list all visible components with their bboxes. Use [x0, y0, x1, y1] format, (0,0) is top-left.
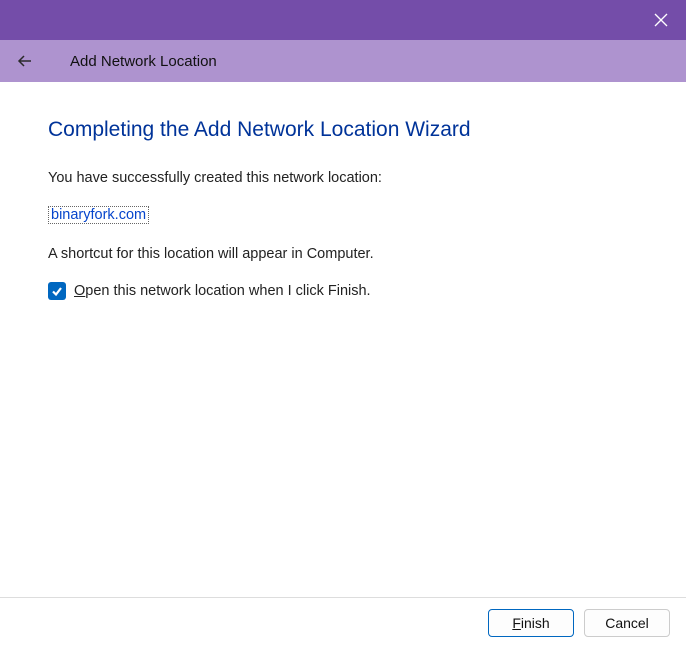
wizard-footer: Finish Cancel [0, 597, 686, 647]
wizard-header: Add Network Location [0, 40, 686, 82]
shortcut-text: A shortcut for this location will appear… [48, 246, 638, 262]
page-title: Completing the Add Network Location Wiza… [48, 118, 638, 142]
close-icon[interactable] [654, 13, 668, 27]
checkmark-icon [51, 285, 63, 297]
success-text: You have successfully created this netwo… [48, 170, 638, 186]
back-icon[interactable] [16, 52, 34, 70]
open-after-finish-label[interactable]: Open this network location when I click … [74, 283, 371, 299]
open-after-finish-checkbox[interactable] [48, 282, 66, 300]
wizard-content: Completing the Add Network Location Wiza… [0, 82, 686, 597]
location-link[interactable]: binaryfork.com [48, 206, 149, 224]
finish-button[interactable]: Finish [488, 609, 574, 637]
titlebar [0, 0, 686, 40]
header-title: Add Network Location [70, 53, 217, 70]
open-after-finish-row: Open this network location when I click … [48, 282, 638, 300]
cancel-button[interactable]: Cancel [584, 609, 670, 637]
